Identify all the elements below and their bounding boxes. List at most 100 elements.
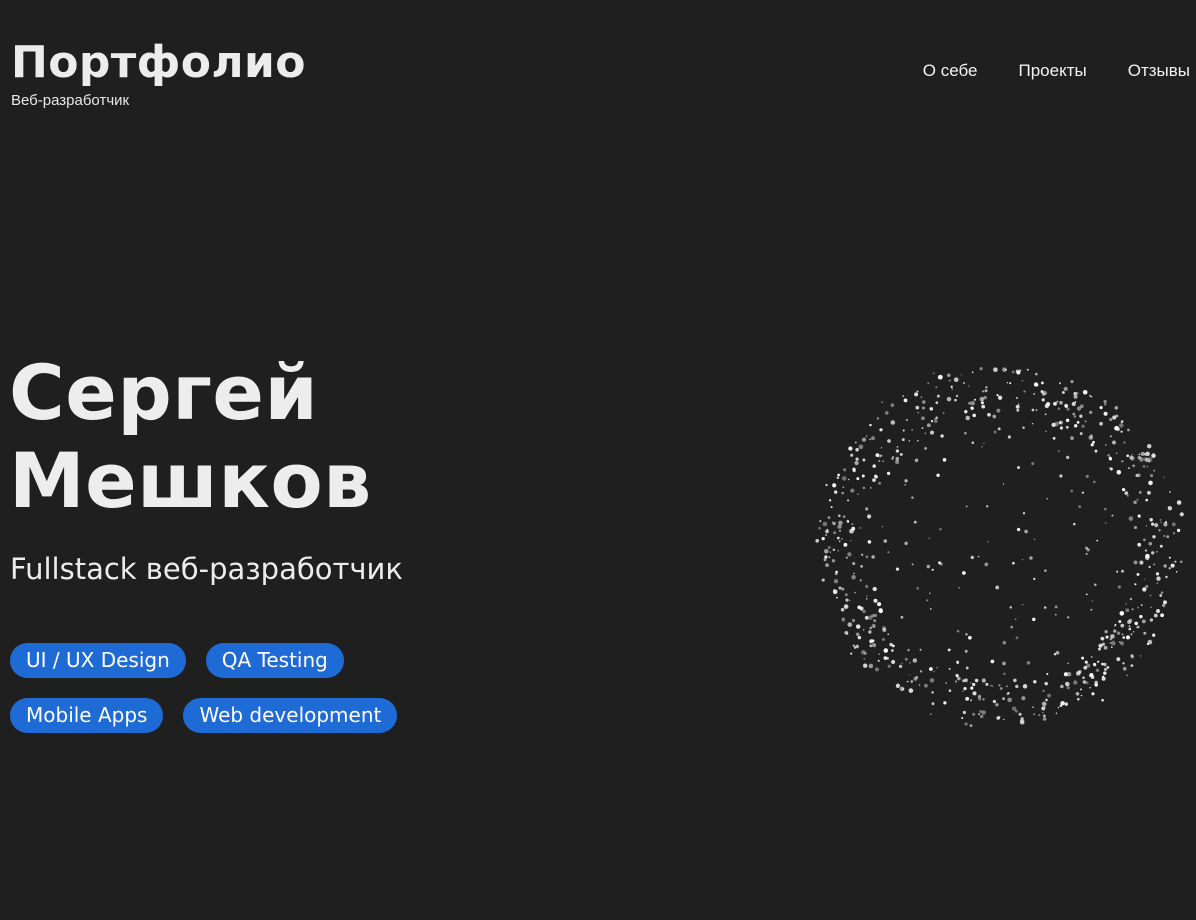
particle-dot xyxy=(865,435,868,438)
particle-dot xyxy=(871,555,875,559)
particle-dot xyxy=(895,449,900,453)
particle-dot xyxy=(849,599,851,602)
particle-dot xyxy=(978,713,980,715)
particle-dot xyxy=(1122,636,1125,639)
particle-dot xyxy=(1116,570,1119,573)
particle-dot xyxy=(892,456,894,458)
skill-tag-row: UI / UX Design QA Testing xyxy=(10,643,450,678)
particle-dot xyxy=(1179,560,1183,564)
particle-dot xyxy=(851,526,856,531)
particle-dot xyxy=(833,531,837,535)
particle-dot xyxy=(1158,529,1161,532)
particle-dot xyxy=(986,541,989,543)
particle-dot xyxy=(1109,467,1113,471)
particle-dot xyxy=(855,632,860,637)
particle-dot xyxy=(875,667,879,672)
particle-dot xyxy=(838,520,843,526)
particle-dot xyxy=(911,429,913,431)
particle-dot xyxy=(841,491,844,495)
particle-dot xyxy=(965,415,970,421)
nav-link-about[interactable]: О себе xyxy=(923,60,978,82)
particle-dot xyxy=(1011,370,1015,374)
particle-dot xyxy=(1016,408,1020,412)
particle-dot xyxy=(825,483,828,487)
particle-dot xyxy=(1015,396,1019,400)
particle-dot xyxy=(993,367,998,373)
particle-dot xyxy=(1040,381,1044,385)
particle-dot xyxy=(1110,634,1115,639)
brand[interactable]: Портфолио Веб-разработчик xyxy=(11,34,306,110)
nav-link-reviews[interactable]: Отзывы xyxy=(1128,60,1190,82)
particle-dot xyxy=(878,608,883,612)
particle-dot xyxy=(1088,435,1094,440)
particle-dot xyxy=(1041,398,1045,402)
nav-link-projects[interactable]: Проекты xyxy=(1019,60,1087,82)
particle-dot xyxy=(904,479,908,483)
particle-dot xyxy=(870,487,872,489)
particle-dot xyxy=(1116,470,1122,475)
portfolio-page: Портфолио Веб-разработчик О себе Проекты… xyxy=(0,0,1196,920)
particle-dot xyxy=(1152,535,1156,539)
particle-dot xyxy=(1038,714,1041,717)
particle-dot xyxy=(909,674,911,676)
particle-dot xyxy=(1110,646,1113,649)
particle-dot xyxy=(1148,541,1153,546)
particle-dot xyxy=(1007,435,1011,439)
particle-dot xyxy=(1104,444,1107,446)
particle-dot xyxy=(1114,426,1118,431)
particle-dot xyxy=(890,420,896,425)
particle-dot xyxy=(865,507,869,511)
particle-dot xyxy=(1033,713,1036,716)
particle-dot xyxy=(1128,627,1132,631)
skill-tag-ui-ux-design: UI / UX Design xyxy=(10,643,186,678)
particle-dot xyxy=(1146,443,1152,449)
particle-dot xyxy=(1098,647,1101,651)
particle-dot xyxy=(1016,527,1021,532)
particle-dot xyxy=(885,656,889,660)
particle-dot xyxy=(960,373,963,376)
particle-dot xyxy=(1009,606,1013,609)
particle-dot xyxy=(1116,657,1121,662)
skill-tag-web-development: Web development xyxy=(183,698,398,733)
site-header: Портфолио Веб-разработчик О себе Проекты… xyxy=(0,0,1196,130)
particle-dot xyxy=(905,418,908,421)
particle-dot xyxy=(1112,440,1116,445)
particle-dot xyxy=(1149,518,1153,522)
particle-dot xyxy=(1085,552,1088,555)
particle-dot xyxy=(921,406,925,410)
particle-dot xyxy=(1163,476,1165,479)
particle-dot xyxy=(1154,523,1159,528)
particle-dot xyxy=(877,659,880,662)
particle-dot xyxy=(1103,662,1107,667)
particle-dot xyxy=(997,427,1001,431)
particle-dot xyxy=(1003,718,1005,721)
brand-title[interactable]: Портфолио xyxy=(11,34,306,92)
particle-dot xyxy=(1120,430,1123,433)
particle-dot xyxy=(1176,528,1181,533)
particle-dot xyxy=(1099,421,1103,426)
particle-dot xyxy=(868,663,874,669)
particle-dot xyxy=(1090,395,1093,398)
particle-dot xyxy=(909,661,911,664)
particle-dot xyxy=(1106,666,1110,669)
particle-dot xyxy=(1103,645,1108,650)
particle-dot xyxy=(1059,426,1063,430)
particle-dot xyxy=(1013,678,1017,683)
particle-dot xyxy=(1153,613,1158,618)
particle-dot xyxy=(1026,661,1031,665)
particle-dot xyxy=(1136,606,1140,609)
particle-dot xyxy=(1145,525,1148,527)
particle-dot xyxy=(1143,578,1146,581)
particle-dot xyxy=(1020,717,1024,720)
particle-dot xyxy=(911,496,914,499)
particle-dot xyxy=(1031,462,1035,466)
particle-dot xyxy=(1148,480,1153,486)
particle-dot xyxy=(843,542,848,547)
particle-dot xyxy=(1055,712,1058,714)
hero-last-name: Мешков xyxy=(9,436,372,525)
particle-dot xyxy=(1120,623,1125,628)
particle-dot xyxy=(945,682,948,684)
particle-dot xyxy=(1073,391,1077,396)
particle-dot xyxy=(1066,686,1070,690)
particle-dot xyxy=(1059,382,1061,385)
